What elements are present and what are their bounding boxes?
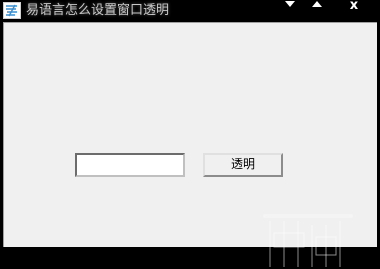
text-input[interactable] [75, 153, 185, 177]
minimize-button[interactable] [279, 0, 301, 12]
triangle-up-icon [312, 1, 322, 7]
triangle-down-icon [285, 1, 295, 7]
app-window: 易语言怎么设置窗口透明 x 透明 [0, 0, 380, 267]
transparent-button[interactable]: 透明 [203, 153, 283, 177]
close-button[interactable]: x [343, 0, 365, 12]
close-label: x [349, 0, 359, 13]
app-icon [3, 2, 21, 19]
window-title: 易语言怎么设置窗口透明 [26, 3, 170, 18]
maximize-button[interactable] [306, 0, 328, 12]
client-area: 透明 [3, 22, 377, 267]
title-bar[interactable]: 易语言怎么设置窗口透明 x [0, 0, 380, 22]
watermark-graphic [263, 214, 353, 267]
